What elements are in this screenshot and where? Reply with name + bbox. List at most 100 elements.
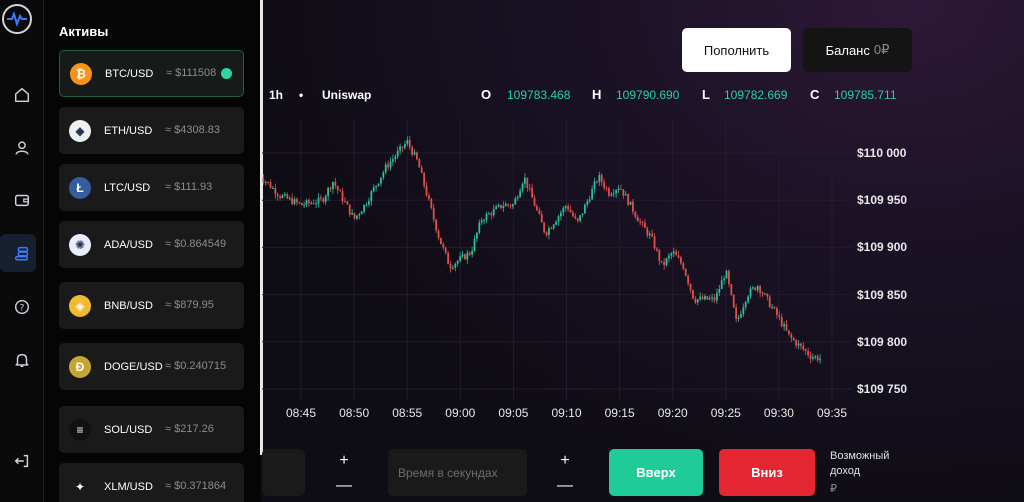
candle-body [322, 198, 325, 202]
candle-body [749, 288, 752, 297]
rail-wallet-button[interactable] [0, 182, 44, 218]
candle-body [408, 140, 411, 148]
asset-price: ≈ $217.26 [165, 423, 214, 435]
ohlc-close-label: C [810, 87, 820, 102]
candle-body [706, 296, 709, 300]
x-tick-label: 09:15 [604, 406, 635, 420]
assets-title: Активы [59, 24, 109, 39]
asset-symbol: LTC/USD [104, 181, 151, 194]
candle-body [476, 232, 478, 239]
amount-minus-button[interactable]: — [334, 477, 354, 495]
rail-logout-button[interactable] [0, 443, 44, 479]
cardano-icon: ✺ [69, 233, 91, 256]
dogecoin-icon: Ð [69, 355, 91, 378]
candle-body [348, 204, 351, 215]
timeframe-selector[interactable]: 1h [269, 88, 283, 102]
data-source-label[interactable]: Uniswap [322, 88, 371, 102]
candle-body [516, 197, 519, 199]
candle-body [291, 197, 294, 205]
candle-body [603, 182, 606, 188]
rail-assets-button[interactable] [0, 235, 44, 271]
asset-card-btc[interactable]: ₿ BTC/USD ≈ $111508 [59, 50, 244, 97]
active-status-dot [221, 68, 232, 79]
candle-body [372, 187, 375, 192]
asset-price: ≈ $4308.83 [165, 124, 220, 136]
assets-panel: Активы ₿ BTC/USD ≈ $111508 ◆ ETH/USD ≈ $4308.… [44, 0, 260, 502]
candle-body [800, 343, 802, 346]
y-tick-label: $109 900 [857, 240, 908, 255]
candle-body [725, 270, 728, 279]
candle-body [394, 156, 397, 160]
candle-body [728, 270, 730, 285]
x-tick-label: 08:50 [339, 406, 370, 420]
candle-body [622, 189, 625, 196]
candle-body [485, 213, 488, 221]
candle-body [416, 152, 418, 160]
bell-icon [15, 353, 29, 368]
asset-card-ada[interactable]: ✺ ADA/USD ≈ $0.864549 [59, 221, 244, 268]
candle-body [500, 204, 502, 209]
rail-profile-button[interactable] [0, 130, 44, 166]
candle-body [473, 238, 476, 251]
rail-home-button[interactable] [0, 77, 44, 113]
candle-body [689, 283, 692, 290]
candle-body [768, 296, 771, 308]
candle-body [756, 286, 759, 291]
candle-body [641, 222, 644, 224]
candle-body [766, 293, 769, 297]
candle-body [533, 197, 536, 207]
candle-body [452, 267, 454, 269]
candle-body [312, 202, 315, 205]
candle-body [339, 190, 342, 192]
rail-notifications-button[interactable] [0, 342, 44, 378]
time-seconds-input[interactable] [388, 449, 527, 496]
pulse-logo-icon [7, 11, 27, 27]
candle-body [298, 202, 301, 204]
candle-body [579, 215, 582, 221]
help-icon: ? [14, 299, 30, 315]
candle-body [576, 218, 579, 221]
candle-body [704, 296, 706, 300]
asset-symbol: BTC/USD [105, 67, 154, 80]
candle-body [495, 206, 498, 210]
asset-card-sol[interactable]: ≡ SOL/USD ≈ $217.26 [59, 406, 244, 453]
user-icon [15, 141, 29, 155]
app-logo[interactable] [2, 4, 32, 34]
candle-body [773, 307, 776, 309]
amount-plus-button[interactable]: + [334, 452, 354, 470]
time-minus-button[interactable]: — [555, 477, 575, 495]
candle-body [512, 204, 514, 207]
deposit-button[interactable]: Пополнить [682, 28, 791, 72]
candle-body [548, 228, 550, 235]
candle-body [437, 230, 440, 238]
candle-body [435, 219, 438, 231]
x-tick-label: 09:30 [763, 406, 794, 420]
candle-body [320, 197, 322, 199]
up-button[interactable]: Вверх [609, 449, 703, 496]
candle-body [596, 181, 598, 183]
home-icon [14, 87, 30, 103]
amount-input[interactable] [262, 449, 305, 496]
rail-help-button[interactable]: ? [0, 289, 44, 325]
asset-card-ltc[interactable]: Ł LTC/USD ≈ $111.93 [59, 164, 244, 211]
ohlc-open-label: O [481, 87, 492, 102]
candle-body [699, 296, 702, 300]
down-button[interactable]: Вниз [719, 449, 815, 496]
asset-card-bnb[interactable]: ◈ BNB/USD ≈ $879.95 [59, 282, 244, 329]
candle-body [816, 356, 819, 361]
price-chart[interactable] [262, 120, 852, 400]
candle-body [545, 232, 548, 235]
candle-body [684, 268, 687, 276]
asset-card-eth[interactable]: ◆ ETH/USD ≈ $4308.83 [59, 107, 244, 154]
candle-body [351, 213, 354, 215]
candle-body [396, 150, 399, 157]
asset-card-doge[interactable]: Ð DOGE/USD ≈ $0.240715 [59, 343, 244, 390]
toolbar-separator: • [299, 88, 304, 102]
time-plus-button[interactable]: + [555, 452, 575, 470]
candle-body [406, 140, 409, 144]
asset-card-xlm[interactable]: ✦ XLM/USD ≈ $0.371864 [59, 463, 244, 502]
candle-body [317, 197, 320, 204]
balance-display[interactable]: Баланс 0₽ [803, 28, 912, 72]
candle-body [598, 174, 601, 182]
candle-body [502, 206, 505, 209]
